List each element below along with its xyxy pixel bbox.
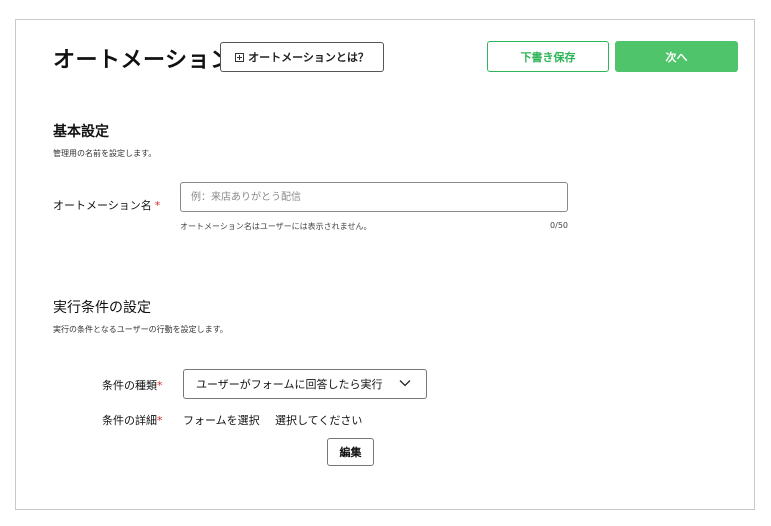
condition-detail-placeholder: 選択してください [275, 414, 363, 427]
plus-square-icon [235, 52, 245, 62]
condition-detail-label-text: 条件の詳細 [102, 414, 157, 427]
help-button[interactable]: オートメーションとは？ [220, 42, 384, 72]
help-button-label: オートメーションとは？ [248, 51, 369, 64]
condition-type-label: 条件の種類* [102, 377, 163, 393]
condition-type-label-text: 条件の種類 [102, 379, 157, 392]
edit-button[interactable]: 編集 [327, 438, 374, 466]
character-counter: 0/50 [550, 221, 568, 230]
automation-name-label: オートメーション名 * [53, 197, 160, 213]
condition-type-value: ユーザーがフォームに回答したら実行 [196, 378, 383, 391]
required-mark: * [154, 199, 161, 212]
condition-settings-description: 実行の条件となるユーザーの行動を設定します。 [53, 325, 228, 334]
basic-settings-title: 基本設定 [53, 124, 109, 140]
automation-name-hint: オートメーション名はユーザーには表示されません。 [180, 222, 372, 231]
chevron-down-icon [399, 380, 411, 387]
automation-name-label-text: オートメーション名 [53, 199, 152, 212]
save-draft-button[interactable]: 下書き保存 [487, 41, 609, 72]
required-mark: * [157, 414, 163, 427]
next-button[interactable]: 次へ [615, 41, 738, 72]
condition-detail-form: フォームを選択 [183, 414, 260, 427]
page-title: オートメーション [53, 48, 233, 73]
basic-settings-description: 管理用の名前を設定します。 [53, 149, 157, 158]
automation-name-input[interactable] [180, 182, 568, 212]
required-mark: * [157, 379, 163, 392]
condition-settings-title: 実行条件の設定 [53, 300, 151, 316]
automation-panel: オートメーション オートメーションとは？ 下書き保存 次へ 基本設定 管理用の名… [15, 19, 755, 510]
condition-detail-label: 条件の詳細* [102, 412, 163, 428]
condition-type-select[interactable]: ユーザーがフォームに回答したら実行 [183, 369, 427, 399]
